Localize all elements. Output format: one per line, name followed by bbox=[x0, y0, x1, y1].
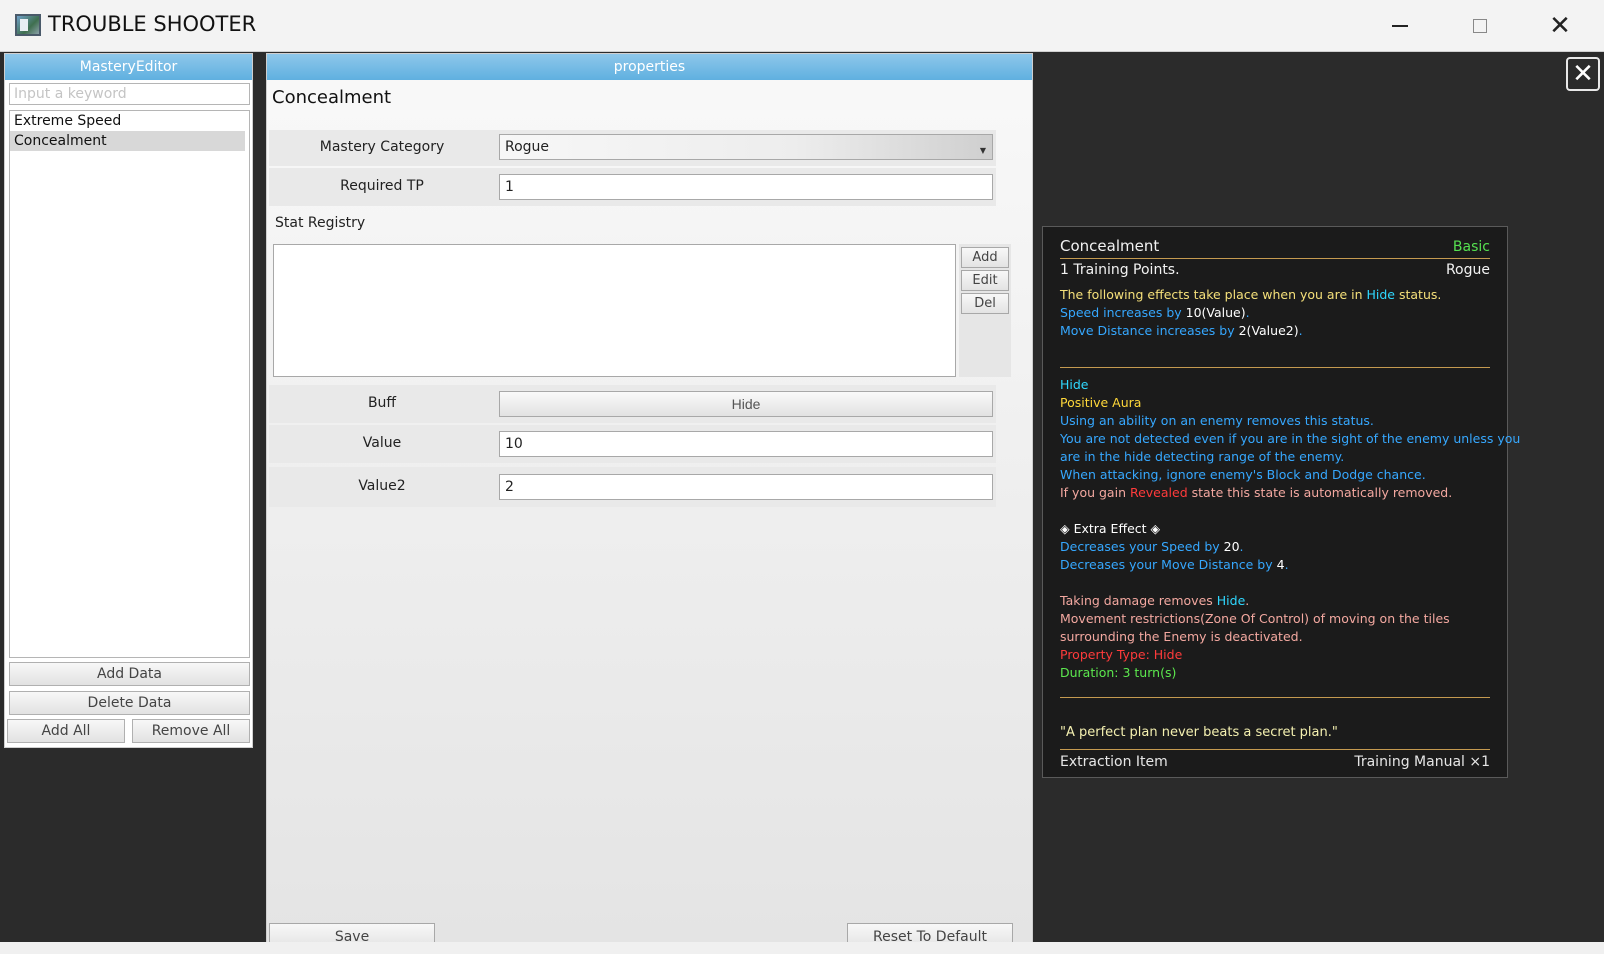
tooltip-category: Rogue bbox=[1445, 262, 1490, 278]
value2-row: Value2 2 bbox=[269, 467, 996, 507]
required-tp-label: Required TP bbox=[340, 178, 424, 194]
tooltip-footer: Extraction Item Training Manual ×1 bbox=[1060, 754, 1490, 770]
mastery-tooltip: Concealment Basic 1 Training Points. Rog… bbox=[1042, 226, 1520, 778]
mastery-list[interactable]: Extreme Speed Concealment bbox=[9, 110, 250, 658]
list-item-extreme-speed[interactable]: Extreme Speed bbox=[10, 111, 249, 131]
tooltip-extra-effect: Decreases your Move Distance by 4. bbox=[1060, 557, 1289, 572]
tooltip-buff-effect: are in the hide detecting range of the e… bbox=[1060, 449, 1345, 464]
mastery-category-label: Mastery Category bbox=[319, 139, 445, 155]
window-title: TROUBLE SHOOTER bbox=[48, 12, 257, 36]
close-icon: ✕ bbox=[1549, 11, 1571, 41]
mastery-editor-header: MasteryEditor bbox=[5, 54, 252, 80]
required-tp-row: Required TP 1 bbox=[269, 168, 996, 206]
tooltip-quote: "A perfect plan never beats a secret pla… bbox=[1060, 725, 1338, 740]
tooltip-buff-effect: If you gain Revealed state this state is… bbox=[1060, 485, 1453, 500]
remove-all-button[interactable]: Remove All bbox=[132, 719, 250, 743]
list-item-concealment[interactable]: Concealment bbox=[10, 131, 245, 151]
tooltip-training-points: 1 Training Points. bbox=[1060, 262, 1180, 278]
tooltip-desc-line: Speed increases by 10(Value). bbox=[1060, 305, 1250, 320]
tooltip-property-type: Property Type: Hide bbox=[1060, 647, 1183, 662]
tooltip-extraction-item: Extraction Item bbox=[1060, 754, 1168, 770]
stat-del-button[interactable]: Del bbox=[961, 293, 1009, 314]
minimize-icon bbox=[1392, 25, 1408, 27]
maximize-button[interactable] bbox=[1450, 8, 1510, 44]
mastery-category-value: Rogue bbox=[505, 139, 550, 155]
tooltip-training-manual: Training Manual ×1 bbox=[1354, 754, 1490, 770]
tooltip-subheader: 1 Training Points. Rogue bbox=[1060, 262, 1490, 282]
tooltip-buff-name: Hide bbox=[1060, 377, 1089, 392]
tooltip-duration: Duration: 3 turn(s) bbox=[1060, 665, 1177, 680]
tooltip-buff-note: Movement restrictions(Zone Of Control) o… bbox=[1060, 611, 1450, 626]
value-row: Value 10 bbox=[269, 425, 996, 463]
add-data-button[interactable]: Add Data bbox=[9, 662, 250, 686]
required-tp-field[interactable]: 1 bbox=[499, 174, 993, 200]
dropdown-arrow-icon: ▼ bbox=[979, 146, 986, 155]
tooltip-extra-effect-title: ◈ Extra Effect ◈ bbox=[1060, 521, 1161, 536]
buff-select-button[interactable]: Hide bbox=[499, 391, 993, 417]
buff-row: Buff Hide bbox=[269, 385, 996, 423]
add-all-button[interactable]: Add All bbox=[7, 719, 125, 743]
tooltip-buff-effect: When attacking, ignore enemy's Block and… bbox=[1060, 467, 1426, 482]
value2-label: Value2 bbox=[358, 478, 406, 494]
tooltip-divider bbox=[1060, 697, 1490, 698]
value2-field[interactable]: 2 bbox=[499, 474, 993, 500]
bottom-strip bbox=[0, 942, 1604, 954]
stat-registry-list[interactable] bbox=[273, 244, 956, 377]
tooltip-close-button[interactable]: ✕ bbox=[1566, 57, 1600, 91]
tooltip-grade: Basic bbox=[1452, 239, 1490, 255]
tooltip-divider bbox=[1060, 749, 1490, 750]
tooltip-header: Concealment Basic bbox=[1060, 237, 1490, 259]
tooltip-buff-type: Positive Aura bbox=[1060, 395, 1142, 410]
title-bar: TROUBLE SHOOTER ✕ bbox=[0, 0, 1604, 52]
stat-edit-button[interactable]: Edit bbox=[961, 270, 1009, 291]
mastery-category-dropdown[interactable]: Rogue ▼ bbox=[499, 134, 993, 160]
tooltip-mastery-name: Concealment bbox=[1060, 237, 1160, 255]
tooltip-desc-line: The following effects take place when yo… bbox=[1060, 287, 1442, 302]
tooltip-extra-effect: Decreases your Speed by 20. bbox=[1060, 539, 1244, 554]
mastery-title: Concealment bbox=[272, 87, 392, 108]
properties-header: properties bbox=[267, 54, 1032, 80]
tooltip-buff-effect: Using an ability on an enemy removes thi… bbox=[1060, 413, 1374, 428]
close-icon: ✕ bbox=[1572, 59, 1594, 89]
tooltip-buff-effect: You are not detected even if you are in … bbox=[1060, 431, 1521, 446]
maximize-icon bbox=[1473, 19, 1487, 33]
value-label: Value bbox=[362, 435, 402, 451]
close-window-button[interactable]: ✕ bbox=[1530, 8, 1590, 44]
tooltip-divider bbox=[1060, 367, 1490, 368]
delete-data-button[interactable]: Delete Data bbox=[9, 691, 250, 715]
mastery-editor-panel: MasteryEditor Extreme Speed Concealment … bbox=[4, 53, 253, 748]
keyword-search-input[interactable] bbox=[9, 83, 250, 105]
minimize-button[interactable] bbox=[1370, 8, 1430, 44]
buff-label: Buff bbox=[367, 395, 397, 411]
mastery-category-row: Mastery Category Rogue ▼ bbox=[269, 130, 996, 166]
app-icon bbox=[15, 14, 41, 36]
tooltip-buff-note: surrounding the Enemy is deactivated. bbox=[1060, 629, 1303, 644]
value-field[interactable]: 10 bbox=[499, 431, 993, 457]
properties-panel: properties Concealment Mastery Category … bbox=[266, 53, 1033, 949]
stat-registry-label: Stat Registry bbox=[275, 215, 366, 231]
tooltip-desc-line: Move Distance increases by 2(Value2). bbox=[1060, 323, 1303, 338]
tooltip-buff-note: Taking damage removes Hide. bbox=[1060, 593, 1250, 608]
stat-add-button[interactable]: Add bbox=[961, 247, 1009, 268]
